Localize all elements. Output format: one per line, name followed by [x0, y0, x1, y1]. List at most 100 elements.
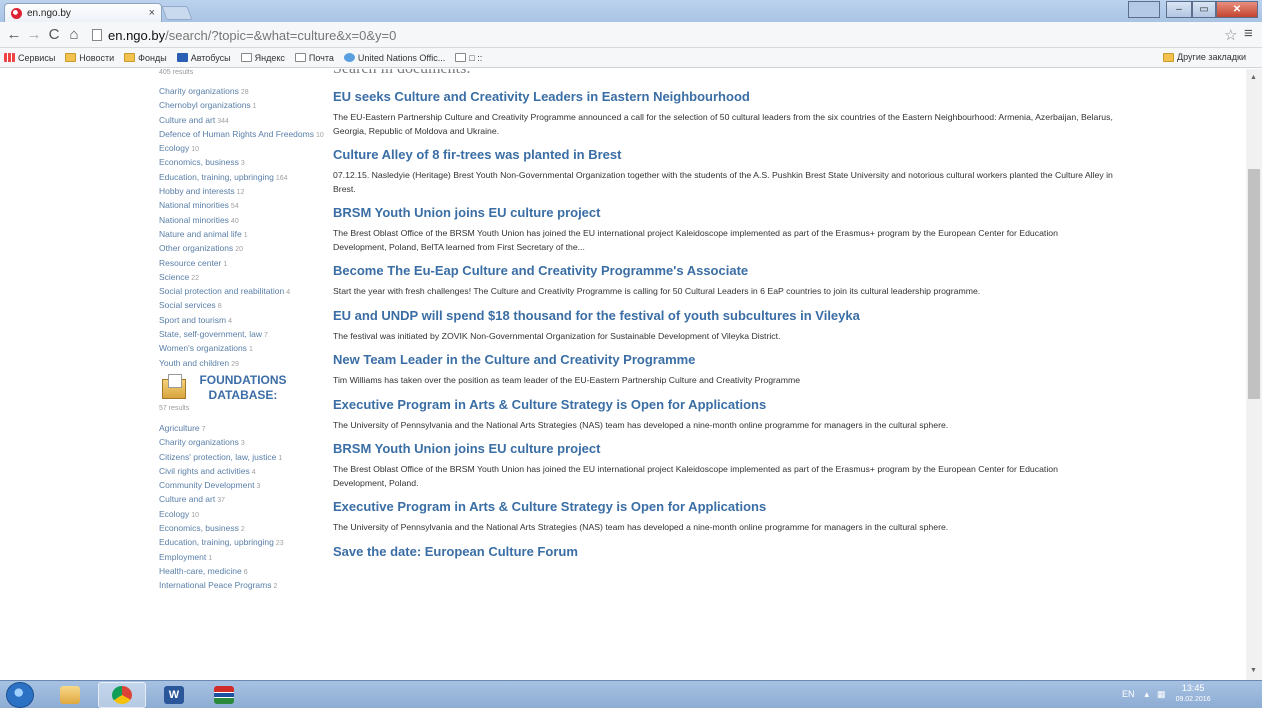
clock[interactable]: 13:45 09.02.2016 [1176, 683, 1211, 705]
bookmark-item[interactable]: □ :: [455, 53, 482, 63]
category-link[interactable]: International Peace Programs 2 [159, 579, 329, 593]
article-title-link[interactable]: EU seeks Culture and Creativity Leaders … [333, 89, 1113, 105]
category-link[interactable]: Education, training, upbringing 23 [159, 536, 329, 550]
bookmark-item[interactable]: Автобусы [176, 53, 231, 63]
bookmark-star-icon[interactable]: ☆ [1224, 26, 1237, 44]
article-snippet: Start the year with fresh challenges! Th… [333, 286, 981, 296]
scroll-down-arrow-icon[interactable]: ▼ [1250, 667, 1257, 674]
menu-icon[interactable]: ≡ [1244, 25, 1253, 42]
category-link[interactable]: Citizens' protection, law, justice 1 [159, 451, 329, 465]
category-link[interactable]: Social services 8 [159, 299, 329, 313]
window-close-button[interactable]: ✕ [1216, 1, 1258, 18]
article-title-link[interactable]: EU and UNDP will spend $18 thousand for … [333, 308, 1113, 324]
category-link[interactable]: National minorities 54 [159, 199, 329, 213]
browser-tab[interactable]: en.ngo.by × [4, 3, 162, 22]
category-link[interactable]: Nature and animal life 1 [159, 228, 329, 242]
page-info-icon[interactable] [92, 29, 102, 41]
category-link[interactable]: Science 22 [159, 271, 329, 285]
article-item: BRSM Youth Union joins EU culture projec… [333, 441, 1113, 490]
category-count: 1 [252, 103, 257, 111]
category-link[interactable]: Agriculture 7 [159, 422, 329, 436]
article-item: Executive Program in Arts & Culture Stra… [333, 397, 1113, 433]
category-link[interactable]: Health-care, medicine 6 [159, 565, 329, 579]
article-item: New Team Leader in the Culture and Creat… [333, 352, 1113, 388]
bookmark-item[interactable]: Яндекс [240, 53, 285, 63]
bookmark-item[interactable]: Фонды [124, 53, 167, 63]
category-link[interactable]: National minorities 40 [159, 214, 329, 228]
article-title-link[interactable]: Culture Alley of 8 fir-trees was planted… [333, 147, 1113, 163]
address-bar[interactable]: en.ngo.by /search/?topic=&what=culture&x… [92, 25, 1230, 45]
category-link[interactable]: Community Development 3 [159, 479, 329, 493]
article-title-link[interactable]: Save the date: European Culture Forum [333, 544, 1113, 560]
forward-arrow-icon[interactable]: → [24, 26, 44, 43]
url-host: en.ngo.by [108, 27, 166, 43]
category-link[interactable]: Resource center 1 [159, 257, 329, 271]
category-link[interactable]: Education, training, upbringing 164 [159, 171, 329, 185]
category-link[interactable]: Sport and tourism 4 [159, 314, 329, 328]
category-link[interactable]: Youth and children 29 [159, 357, 329, 371]
category-link[interactable]: Charity organizations 3 [159, 436, 329, 450]
category-label: Other organizations [159, 243, 234, 254]
article-snippet: The University of Pennsylvania and the N… [333, 419, 949, 430]
maximize-button[interactable]: ▭ [1192, 1, 1216, 18]
category-link[interactable]: Ecology 10 [159, 142, 329, 156]
article-list: EU seeks Culture and Creativity Leaders … [333, 89, 1113, 560]
category-label: Agriculture [159, 422, 200, 433]
category-count: 22 [191, 274, 200, 282]
category-link[interactable]: Civil rights and activities 4 [159, 465, 329, 479]
category-link[interactable]: Culture and art 344 [159, 114, 329, 128]
category-label: Social protection and reabilitation [159, 286, 285, 297]
page-icon [455, 53, 467, 62]
category-label: Sport and tourism [159, 314, 227, 325]
category-label: International Peace Programs [159, 580, 272, 591]
category-count: 3 [240, 440, 245, 448]
category-link[interactable]: Charity organizations 28 [159, 85, 329, 99]
user-profile-button[interactable] [1128, 1, 1160, 18]
start-button[interactable] [6, 682, 34, 708]
reload-icon[interactable]: C [44, 26, 64, 43]
home-icon[interactable]: ⌂ [64, 26, 84, 43]
article-title-link[interactable]: Executive Program in Arts & Culture Stra… [333, 397, 1113, 413]
back-arrow-icon[interactable]: ← [4, 26, 24, 43]
tray-arrow-icon[interactable]: ▴ [1145, 689, 1150, 700]
category-link[interactable]: Economics, business 3 [159, 156, 329, 170]
other-bookmarks[interactable]: Другие закладки [1163, 52, 1246, 62]
chrome-taskbar-button[interactable] [98, 682, 146, 708]
category-link[interactable]: State, self-government, law 7 [159, 328, 329, 342]
article-title-link[interactable]: Become The Eu-Eap Culture and Creativity… [333, 263, 1113, 279]
article-title-link[interactable]: BRSM Youth Union joins EU culture projec… [333, 441, 1113, 457]
category-count: 23 [275, 540, 284, 548]
explorer-taskbar-button[interactable] [46, 682, 94, 708]
bookmark-item[interactable]: United Nations Offic... [343, 53, 445, 63]
database-box-icon [159, 373, 193, 403]
article-title-link[interactable]: Executive Program in Arts & Culture Stra… [333, 499, 1113, 515]
article-snippet: 07.12.15. Nasledyie (Heritage) Brest You… [333, 170, 1113, 194]
category-link[interactable]: Employment 1 [159, 551, 329, 565]
category-link[interactable]: Other organizations 20 [159, 242, 329, 256]
category-link[interactable]: Hobby and interests 12 [159, 185, 329, 199]
tab-close-icon[interactable]: × [149, 7, 155, 19]
bookmark-item[interactable]: Новости [65, 53, 114, 63]
article-title-link[interactable]: New Team Leader in the Culture and Creat… [333, 352, 1113, 368]
category-link[interactable]: Women's organizations 1 [159, 342, 329, 356]
flag-app-taskbar-button[interactable] [200, 682, 248, 708]
category-link[interactable]: Social protection and reabilitation 4 [159, 285, 329, 299]
category-link[interactable]: Economics, business 2 [159, 522, 329, 536]
word-taskbar-button[interactable]: W [150, 682, 198, 708]
bookmark-item[interactable]: Почта [294, 53, 334, 63]
bookmark-item[interactable]: Сервисы [4, 53, 55, 63]
language-indicator[interactable]: EN [1122, 689, 1135, 699]
scrollbar-thumb[interactable] [1248, 169, 1260, 399]
category-link[interactable]: Culture and art 37 [159, 493, 329, 507]
new-tab-button[interactable] [161, 6, 193, 20]
scroll-up-arrow-icon[interactable]: ▲ [1250, 74, 1257, 81]
network-icon[interactable]: ▦ [1157, 689, 1166, 700]
minimize-button[interactable]: – [1166, 1, 1192, 18]
category-link[interactable]: Ecology 10 [159, 508, 329, 522]
page-scrollbar[interactable]: ▲ ▼ [1246, 69, 1262, 680]
article-title-link[interactable]: BRSM Youth Union joins EU culture projec… [333, 205, 1113, 221]
category-label: Science [159, 271, 190, 282]
category-link[interactable]: Defence of Human Rights And Freedoms 10 [159, 128, 329, 142]
category-link[interactable]: Chernobyl organizations 1 [159, 99, 329, 113]
category-label: Employment [159, 551, 207, 562]
